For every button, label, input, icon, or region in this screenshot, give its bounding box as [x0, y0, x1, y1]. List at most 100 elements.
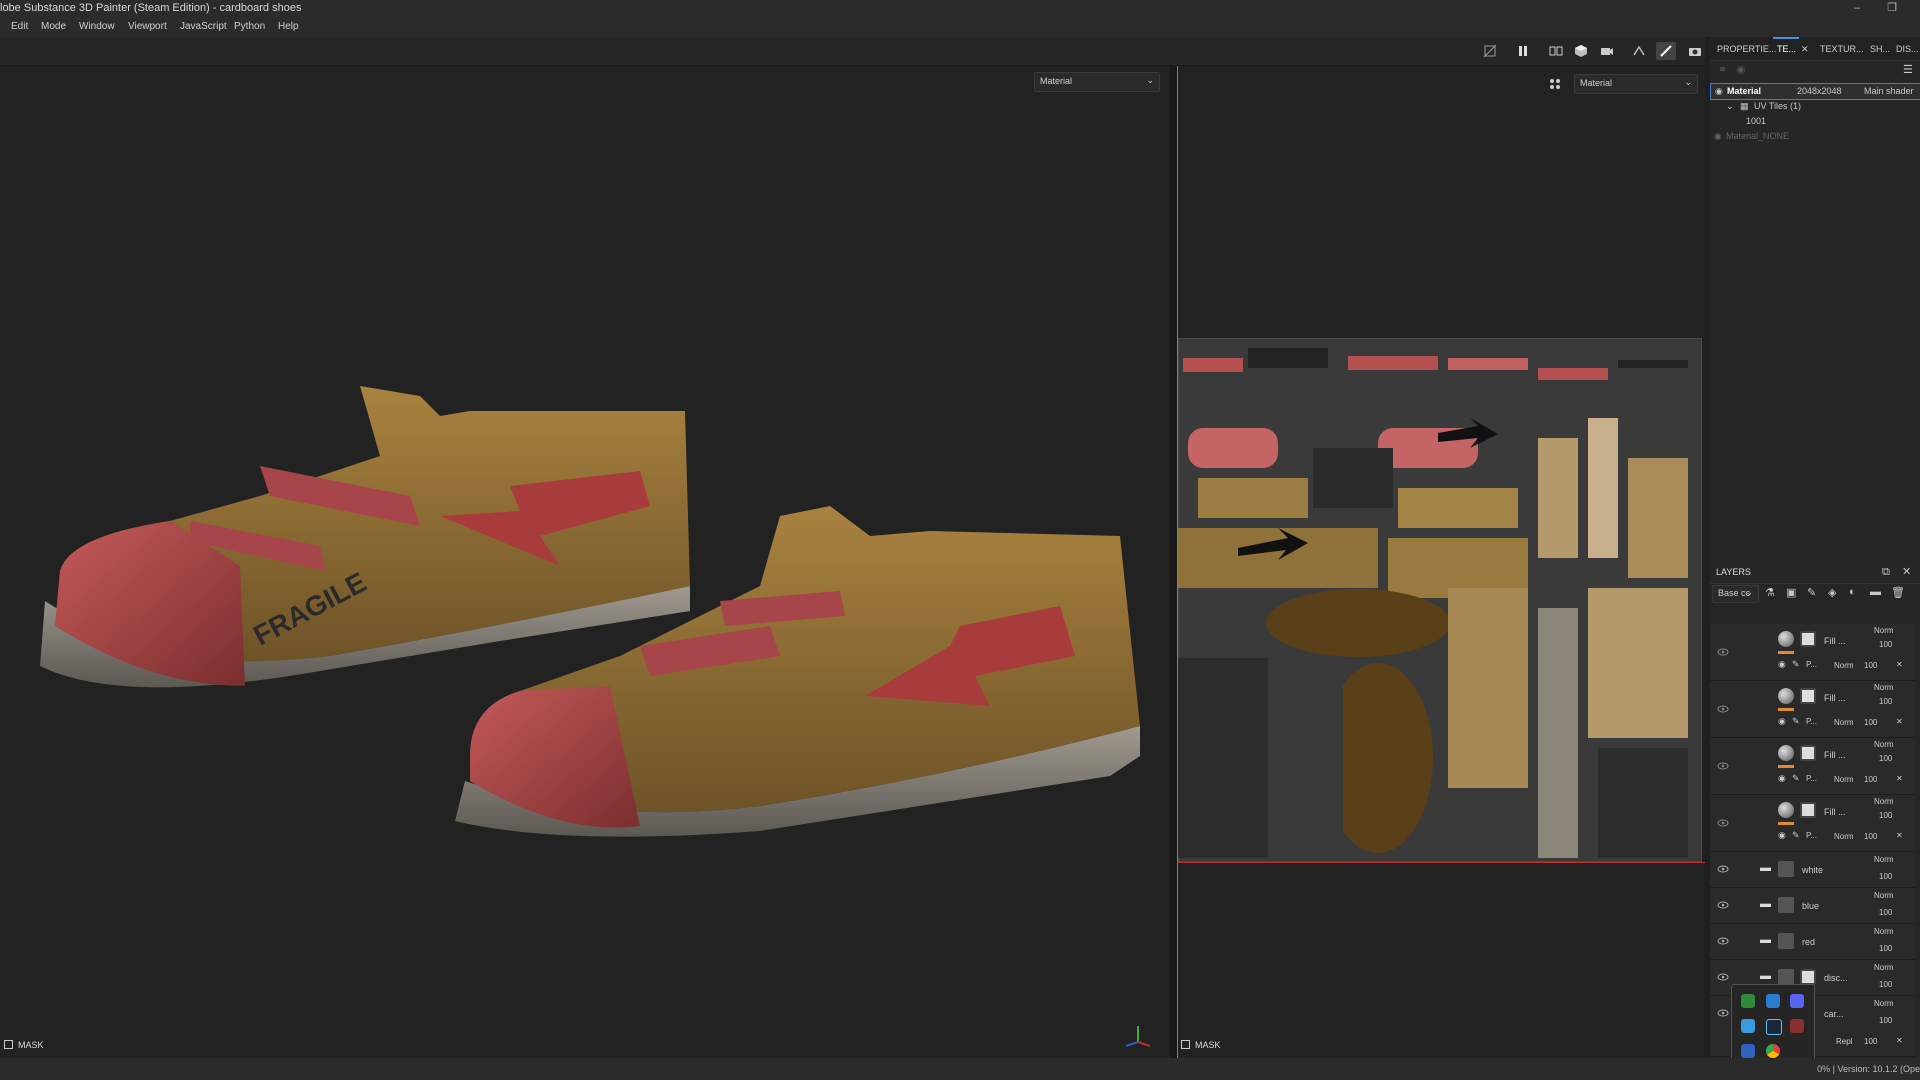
tab-display[interactable]: DIS...: [1896, 44, 1919, 54]
folder-blend[interactable]: Norm: [1874, 891, 1894, 900]
malwarebytes-icon[interactable]: [1741, 1044, 1755, 1058]
eye-icon[interactable]: [1717, 705, 1729, 713]
viewport-divider[interactable]: [1170, 66, 1177, 1058]
grid-settings-icon[interactable]: [1548, 77, 1562, 91]
tab-properties[interactable]: PROPERTIE...: [1717, 44, 1776, 54]
layer-blend[interactable]: Norm: [1874, 797, 1894, 806]
layer-opacity[interactable]: 100: [1879, 697, 1892, 706]
eye-icon[interactable]: [1717, 819, 1729, 827]
popout-icon[interactable]: ⧉: [1882, 566, 1890, 579]
texture-set-none[interactable]: ◉ Material_NONE: [1710, 129, 1920, 144]
folder-row[interactable]: ▬ blue Norm 100: [1710, 888, 1915, 924]
chevron-down-icon[interactable]: ⌄: [1726, 101, 1734, 112]
folder-opacity[interactable]: 100: [1879, 872, 1892, 881]
menu-javascript[interactable]: JavaScript: [180, 21, 227, 32]
close-icon[interactable]: ✕: [1896, 831, 1903, 840]
sublayer-opacity[interactable]: 100: [1864, 661, 1877, 670]
eye-icon[interactable]: [1717, 1009, 1729, 1017]
channel-select[interactable]: Base cc ⌄: [1712, 585, 1759, 603]
close-icon[interactable]: ✕: [1896, 717, 1903, 726]
close-icon[interactable]: ✕: [1896, 1036, 1903, 1045]
menu-python[interactable]: Python: [234, 21, 265, 32]
trash-icon[interactable]: 🗑: [1891, 586, 1905, 599]
eye-icon[interactable]: [1717, 648, 1729, 656]
uv-tile-1001[interactable]: 1001: [1710, 114, 1920, 129]
layer-opacity[interactable]: 100: [1879, 754, 1892, 763]
close-icon[interactable]: ✕: [1801, 44, 1809, 55]
tab-texture-set[interactable]: TE...: [1777, 44, 1796, 54]
layer-opacity[interactable]: 100: [1879, 811, 1892, 820]
close-icon[interactable]: ✕: [1902, 565, 1911, 578]
nvidia-icon[interactable]: [1741, 994, 1755, 1008]
folder-blend[interactable]: Norm: [1874, 963, 1894, 972]
hide-icon[interactable]: [1480, 42, 1500, 60]
mask-toggle-3d[interactable]: MASK: [4, 1040, 44, 1050]
minimize-button[interactable]: –: [1842, 0, 1872, 17]
smart-material-icon[interactable]: ◐: [1849, 586, 1856, 598]
eye-icon[interactable]: [1717, 973, 1729, 981]
uv-tiles-row[interactable]: ⌄ ▦ UV Tiles (1): [1710, 99, 1920, 114]
folder-opacity[interactable]: 100: [1879, 1016, 1892, 1025]
eye-icon[interactable]: ◉: [1778, 830, 1786, 841]
texture-set-material[interactable]: ◉ Material 2048x2048 Main shader: [1710, 83, 1920, 100]
eye-icon[interactable]: ◉: [1715, 86, 1723, 97]
sublayer-blend[interactable]: Norm: [1834, 661, 1854, 670]
sublayer-blend[interactable]: Norm: [1834, 832, 1854, 841]
chrome-icon[interactable]: [1766, 1044, 1780, 1058]
folder-opacity[interactable]: 100: [1879, 944, 1892, 953]
tab-shaders[interactable]: SH...: [1870, 44, 1890, 54]
eye-icon[interactable]: [1717, 901, 1729, 909]
effects-icon[interactable]: ⚗: [1765, 586, 1775, 599]
maximize-button[interactable]: ❐: [1877, 0, 1907, 17]
eye-icon[interactable]: ◉: [1778, 773, 1786, 784]
layer-opacity[interactable]: 100: [1879, 640, 1892, 649]
steam-icon[interactable]: [1766, 1019, 1782, 1035]
folder-opacity[interactable]: 100: [1879, 980, 1892, 989]
cube-icon[interactable]: [1571, 42, 1591, 60]
pause-icon[interactable]: [1513, 42, 1533, 60]
paint-layer-icon[interactable]: ✎: [1807, 586, 1816, 599]
sublayer-blend[interactable]: Norm: [1834, 718, 1854, 727]
eye-icon[interactable]: [1717, 762, 1729, 770]
menu-window[interactable]: Window: [79, 21, 115, 32]
eye-icon[interactable]: ◉: [1778, 716, 1786, 727]
sublayer-opacity[interactable]: 100: [1864, 718, 1877, 727]
symmetry-icon[interactable]: [1629, 42, 1649, 60]
cloud-icon[interactable]: [1741, 1019, 1755, 1033]
menu-mode[interactable]: Mode: [41, 21, 66, 32]
layer-row[interactable]: Fill ... Norm 100 ◉ ✎ P... Norm 100 ✕: [1710, 681, 1915, 738]
fill-layer-icon[interactable]: ◈: [1828, 586, 1836, 599]
camera-icon[interactable]: [1597, 42, 1617, 60]
folder-blend[interactable]: Norm: [1874, 927, 1894, 936]
sublayer-blend[interactable]: Norm: [1834, 775, 1854, 784]
menu-help[interactable]: Help: [278, 21, 299, 32]
folder-blend[interactable]: Norm: [1874, 855, 1894, 864]
eye-icon[interactable]: ◉: [1778, 659, 1786, 670]
layer-row[interactable]: Fill ... Norm 100 ◉ ✎ P... Norm 100 ✕: [1710, 738, 1915, 795]
screenshot-icon[interactable]: [1685, 42, 1705, 60]
link-icon[interactable]: ⚭: [1718, 63, 1727, 76]
layer-row[interactable]: Fill ... Norm 100 ◉ ✎ P... Norm 100 ✕: [1710, 624, 1915, 681]
sublayer-blend[interactable]: Repl: [1836, 1037, 1852, 1046]
folder-blend[interactable]: Norm: [1874, 999, 1894, 1008]
eye-icon[interactable]: [1717, 937, 1729, 945]
folder-row[interactable]: ▬ white Norm 100: [1710, 852, 1915, 888]
close-icon[interactable]: ✕: [1896, 660, 1903, 669]
menu-viewport[interactable]: Viewport: [128, 21, 167, 32]
menu-edit[interactable]: Edit: [11, 21, 28, 32]
tab-textures[interactable]: TEXTUR...: [1820, 44, 1864, 54]
layer-row[interactable]: Fill ... Norm 100 ◉ ✎ P... Norm 100 ✕: [1710, 795, 1915, 852]
folder-icon[interactable]: ▬: [1870, 586, 1881, 598]
viewport-3d[interactable]: FRAGILE Material ⌄ MASK: [0, 66, 1170, 1058]
mask-icon[interactable]: ▣: [1786, 586, 1796, 599]
eye-icon[interactable]: ◉: [1714, 131, 1722, 142]
sublayer-opacity[interactable]: 100: [1864, 832, 1877, 841]
mask-toggle-uv[interactable]: MASK: [1181, 1040, 1221, 1050]
security-icon[interactable]: [1790, 1019, 1804, 1033]
layer-blend[interactable]: Norm: [1874, 740, 1894, 749]
channel-dropdown-3d[interactable]: Material ⌄: [1034, 72, 1160, 92]
close-icon[interactable]: ✕: [1896, 774, 1903, 783]
menu-icon[interactable]: ☰: [1903, 63, 1913, 76]
app-icon[interactable]: [1766, 994, 1780, 1008]
layer-blend[interactable]: Norm: [1874, 626, 1894, 635]
